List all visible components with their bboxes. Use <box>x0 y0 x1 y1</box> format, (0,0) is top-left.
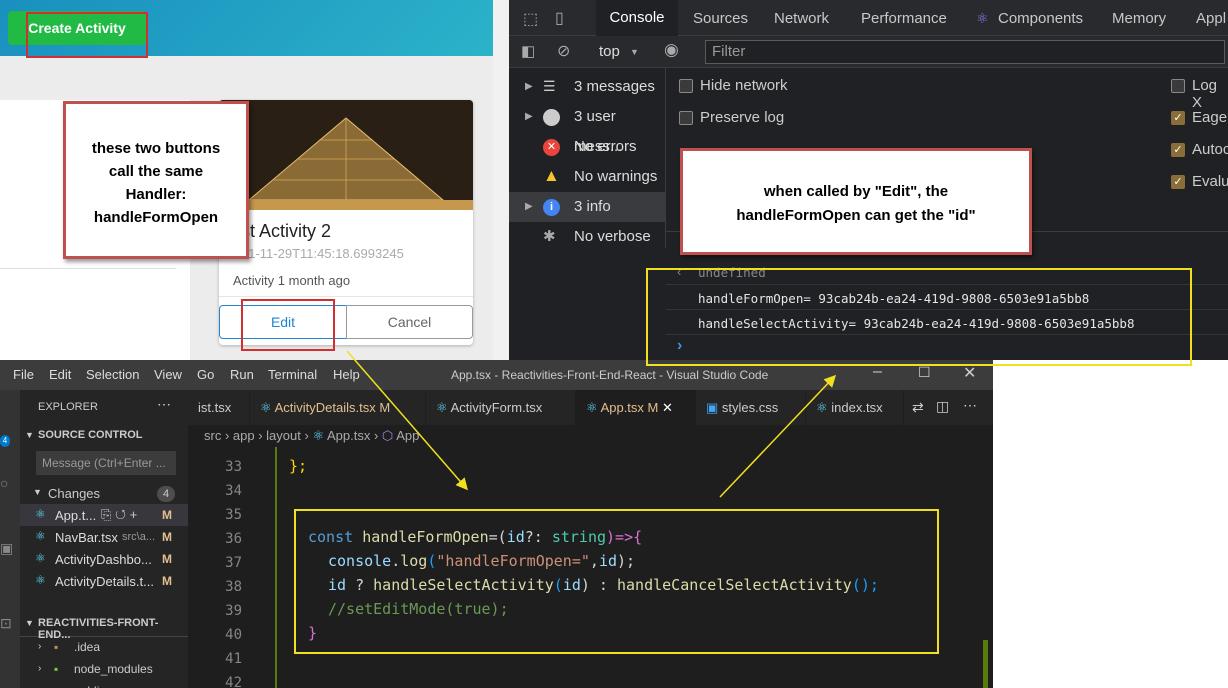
arrow-code-to-console <box>719 374 837 498</box>
annotation-arrows <box>346 350 837 498</box>
arrow-edit-to-code <box>346 350 468 491</box>
